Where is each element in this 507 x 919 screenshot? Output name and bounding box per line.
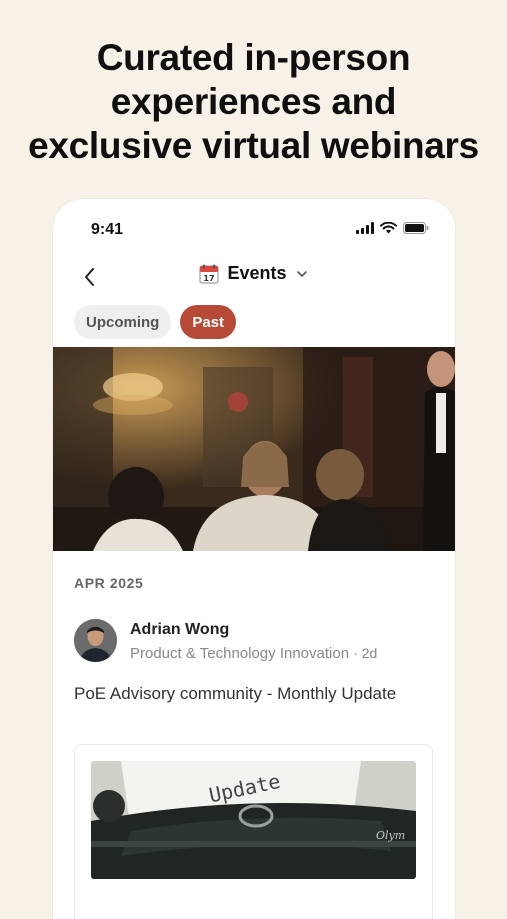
post-title[interactable]: PoE Advisory community - Monthly Update bbox=[74, 682, 414, 706]
restaurant-photo bbox=[53, 347, 455, 551]
wifi-icon bbox=[380, 222, 397, 234]
headline-line-1: Curated in-person bbox=[96, 37, 411, 78]
status-time: 9:41 bbox=[91, 221, 124, 238]
typewriter-image: Update Olym bbox=[91, 761, 416, 879]
post-age: · 2d bbox=[353, 645, 378, 661]
event-hero-photo[interactable] bbox=[53, 347, 455, 551]
tab-upcoming[interactable]: Upcoming bbox=[74, 305, 172, 339]
events-dropdown[interactable]: 17 Events bbox=[53, 263, 455, 284]
status-bar: 9:41 bbox=[53, 199, 455, 259]
nav-bar: 17 Events bbox=[53, 259, 455, 295]
author-meta: Product & Technology Innovation · 2d bbox=[130, 645, 377, 662]
signal-icon bbox=[356, 222, 374, 234]
calendar-day: 17 bbox=[204, 274, 215, 283]
headline-line-2: experiences and bbox=[110, 81, 397, 122]
event-tabs: Upcoming Past bbox=[74, 305, 237, 339]
headline-line-3: exclusive virtual webinars bbox=[28, 125, 479, 166]
battery-icon bbox=[403, 222, 429, 234]
author-name[interactable]: Adrian Wong bbox=[130, 621, 229, 639]
tab-past[interactable]: Past bbox=[180, 305, 237, 339]
nav-title: Events bbox=[227, 263, 287, 283]
phone-screen: 9:41 17 Events Upcoming Past APR 2025 Ad… bbox=[53, 199, 455, 919]
date-label: APR 2025 bbox=[74, 575, 144, 591]
svg-text:Olym: Olym bbox=[376, 829, 405, 842]
status-icons bbox=[356, 222, 429, 234]
author-subtitle: Product & Technology Innovation bbox=[130, 645, 350, 662]
headline: Curated in-person experiences and exclus… bbox=[0, 36, 507, 168]
calendar-icon: 17 bbox=[199, 264, 219, 283]
post-card[interactable]: Update Olym bbox=[74, 744, 433, 919]
chevron-down-icon bbox=[296, 270, 307, 277]
avatar[interactable] bbox=[74, 619, 117, 662]
